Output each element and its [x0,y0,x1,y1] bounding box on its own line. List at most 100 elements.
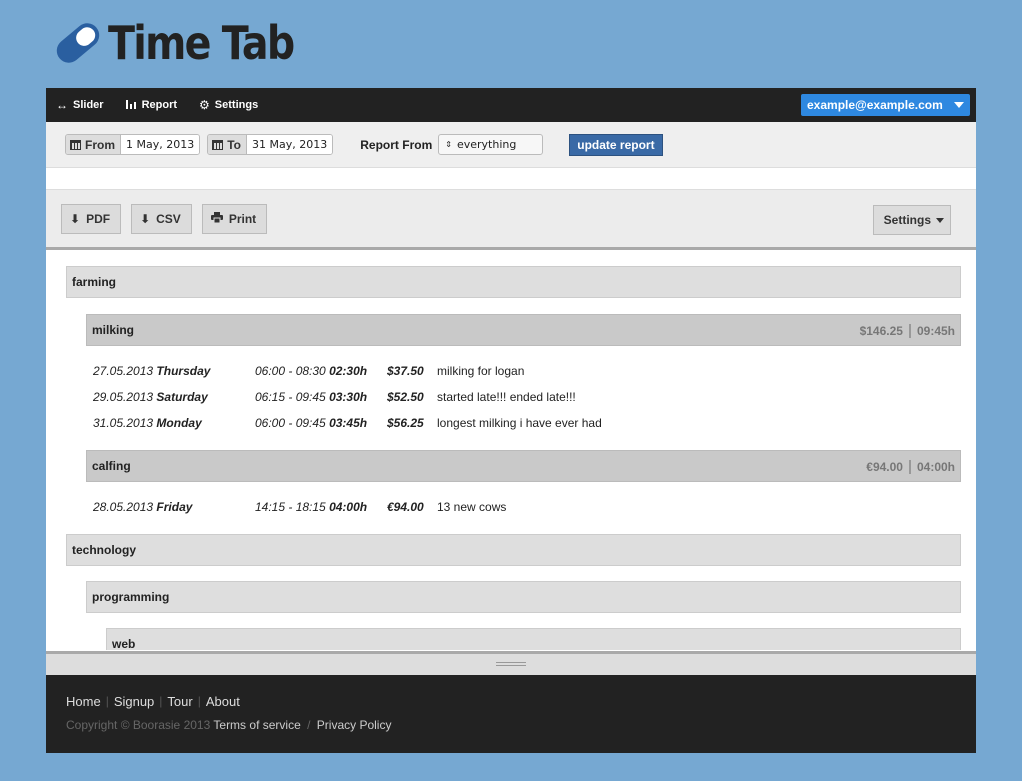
to-date-picker[interactable]: To 31 May, 2013 [207,134,334,155]
entry-date: 28.05.2013 Friday [93,500,193,514]
nav-item-report[interactable]: Report [125,98,178,112]
report-from-select[interactable]: ⇕ everything [438,134,544,155]
select-arrows-icon: ⇕ [445,140,452,149]
filter-bar: From 1 May, 2013 To 31 May, 2013 Report … [46,122,976,168]
copyright: Copyright © Boorasie 2013 Terms of servi… [66,718,956,732]
pill-logo-icon [56,23,100,63]
update-report-button[interactable]: update report [569,133,663,156]
print-button-label: Print [228,211,257,226]
group-label: farming [72,275,117,289]
from-date-input[interactable]: 1 May, 2013 [121,135,200,154]
group-milking[interactable]: milking $146.25 09:45h [86,314,961,346]
report-settings-button[interactable]: Settings [872,205,951,235]
group-label: technology [72,543,137,557]
print-button[interactable]: Print [201,203,268,234]
group-label: programming [92,590,170,604]
nav-item-label: Settings [214,99,259,111]
nav-item-slider[interactable]: ↔ Slider [56,98,104,112]
group-label: web [112,637,136,650]
entry-row[interactable]: 27.05.2013 Thursday 06:00 - 08:30 02:30h… [93,358,961,384]
footer-links: Home | Signup | Tour | About [66,694,956,709]
csv-button[interactable]: ⬇ CSV [131,203,192,234]
terms-link[interactable]: Terms of service [213,718,300,732]
user-menu-dropdown[interactable]: example@example.com [801,94,970,116]
caret-down-icon [936,217,944,223]
footer-link-signup[interactable]: Signup [114,694,154,709]
group-programming[interactable]: programming [86,581,961,613]
from-label-text: From [85,137,115,152]
footer: Home | Signup | Tour | About Copyright ©… [46,675,976,753]
nav-item-label: Slider [73,99,104,111]
from-label: From [66,135,121,154]
total-time: 04:00h [916,460,955,474]
group-totals: $146.25 09:45h [860,324,955,338]
grip-icon [496,662,526,666]
entry-time: 06:15 - 09:45 03:30h [255,390,368,404]
gap [66,613,961,628]
group-label: milking [92,323,135,337]
entry-row[interactable]: 29.05.2013 Saturday 06:15 - 09:45 03:30h… [93,384,961,410]
privacy-link[interactable]: Privacy Policy [317,718,392,732]
entry-amount: $52.50 [387,390,424,404]
entry-date: 31.05.2013 Monday [93,416,202,430]
app-title: Time Tab [108,16,295,70]
separator: | [159,694,163,708]
entry-description: longest milking i have ever had [437,416,602,430]
settings-button-label: Settings [883,213,931,227]
entry-amount: $56.25 [387,416,424,430]
group-label: calfing [92,459,131,473]
nav-item-settings[interactable]: ⚙ Settings [199,98,258,112]
caret-down-icon [954,102,964,108]
total-time: 09:45h [916,324,955,338]
entry-amount: €94.00 [387,500,424,514]
download-icon: ⬇ [70,211,81,226]
calendar-icon [212,139,224,150]
entry-date: 27.05.2013 Thursday [93,364,211,378]
to-date-input[interactable]: 31 May, 2013 [247,135,333,154]
entry-time: 06:00 - 08:30 02:30h [255,364,368,378]
gear-icon: ⚙ [199,98,210,112]
nav-item-label: Report [141,99,178,111]
entry-amount: $37.50 [387,364,424,378]
from-date-picker[interactable]: From 1 May, 2013 [65,134,201,155]
calfing-entries: 28.05.2013 Friday 14:15 - 18:15 04:00h €… [66,482,961,534]
bar-chart-icon [125,98,137,112]
group-calfing[interactable]: calfing €94.00 04:00h [86,450,961,482]
download-icon: ⬇ [140,211,151,226]
entry-row[interactable]: 28.05.2013 Friday 14:15 - 18:15 04:00h €… [93,494,961,520]
gap [66,298,961,314]
footer-link-home[interactable]: Home [66,694,101,709]
arrows-horizontal-icon: ↔ [56,98,68,112]
resize-handle[interactable] [46,651,976,675]
calendar-icon [70,139,81,150]
spacer [46,168,976,189]
gap [66,566,961,581]
csv-button-label: CSV [156,211,181,226]
report-content: farming milking $146.25 09:45h 27.05.201… [46,250,976,650]
group-farming[interactable]: farming [66,266,961,298]
report-from-label: Report From [360,137,433,152]
group-technology[interactable]: technology [66,534,961,566]
entry-time: 06:00 - 09:45 03:45h [255,416,368,430]
entry-time: 14:15 - 18:15 04:00h [255,500,368,514]
entry-description: milking for logan [437,364,525,378]
footer-link-about[interactable]: About [206,694,240,709]
export-toolbar: ⬇ PDF ⬇ CSV Print Settings [46,189,976,250]
pdf-button[interactable]: ⬇ PDF [61,203,122,234]
app-window: ↔ Slider Report ⚙ Settings example@examp… [46,88,976,753]
separator: | [105,694,109,708]
logo[interactable]: Time Tab [52,18,324,68]
footer-link-tour[interactable]: Tour [167,694,192,709]
separator: / [307,718,311,732]
entry-row[interactable]: 31.05.2013 Monday 06:00 - 09:45 03:45h $… [93,410,961,436]
separator: | [197,694,201,708]
group-web[interactable]: web [106,628,961,650]
to-label-text: To [227,137,242,152]
pdf-button-label: PDF [86,211,111,226]
milking-entries: 27.05.2013 Thursday 06:00 - 08:30 02:30h… [66,346,961,450]
user-email: example@example.com [807,98,943,112]
copyright-text: Copyright © Boorasie 2013 [66,718,211,732]
printer-icon [210,211,223,226]
report-from-value: everything [456,138,517,151]
total-amount: $146.25 [859,324,903,338]
